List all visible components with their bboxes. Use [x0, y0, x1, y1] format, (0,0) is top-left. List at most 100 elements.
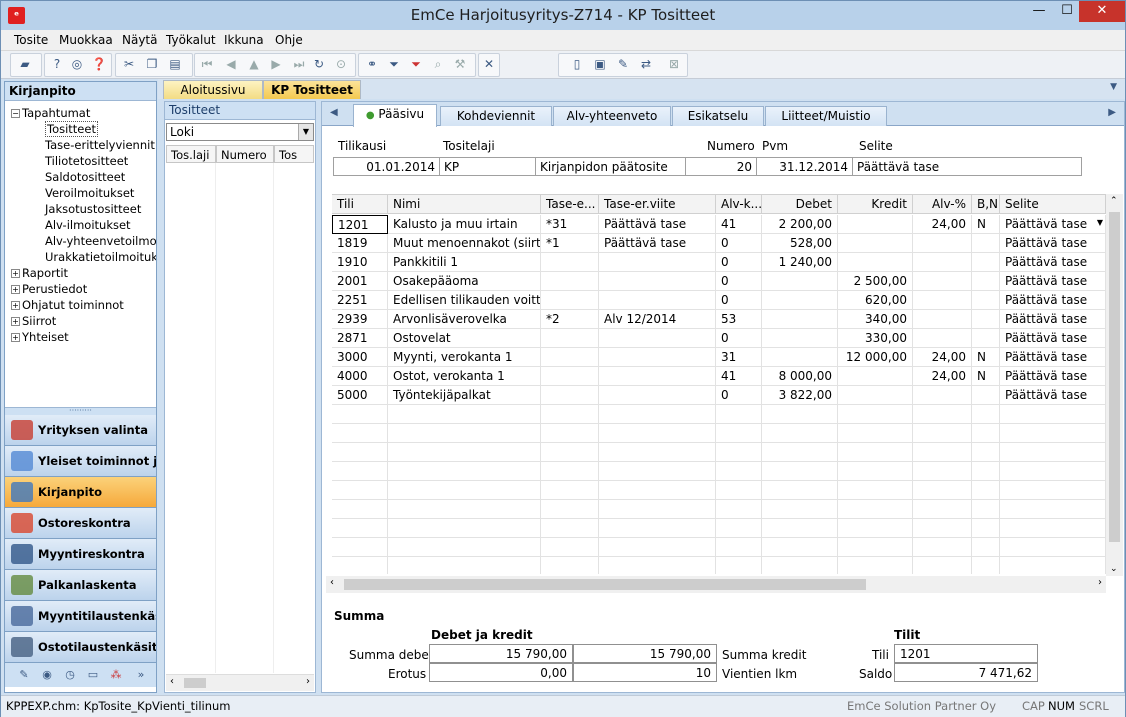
table-cell[interactable] [913, 272, 972, 291]
table-row[interactable]: Päättävä tase N 24,00 12 000,00 31 Myynti, ve… [332, 348, 1106, 367]
table-cell[interactable]: 2251 [332, 291, 388, 310]
table-cell[interactable]: *2 [541, 310, 599, 329]
table-cell[interactable] [972, 310, 1000, 329]
table-cell[interactable] [762, 272, 838, 291]
calendar-icon[interactable]: ▭ [86, 668, 100, 682]
table-cell[interactable]: 2 500,00 [838, 272, 913, 291]
context-help-icon[interactable]: ❓ [91, 56, 107, 72]
notes-icon[interactable]: ✎ [17, 668, 31, 682]
table-cell[interactable] [838, 215, 913, 234]
last-record-icon[interactable]: ⏭ [291, 56, 307, 72]
table-cell[interactable]: *1 [541, 234, 599, 253]
menu-nayta[interactable]: Näytä [122, 33, 158, 47]
tree-item[interactable]: Urakkatietoilmoitukse [45, 249, 156, 265]
table-cell[interactable] [972, 234, 1000, 253]
table-cell[interactable]: Päättävä tase [1000, 291, 1106, 310]
next-record-icon[interactable]: ▶ [268, 56, 284, 72]
table-cell[interactable] [599, 367, 716, 386]
table-cell[interactable]: 41 [716, 367, 762, 386]
menu-ohje[interactable]: Ohje [275, 33, 303, 47]
cancel-edit-icon[interactable]: ⊠ [666, 56, 682, 72]
table-cell[interactable]: 340,00 [838, 310, 913, 329]
table-cell[interactable]: Kalusto ja muu irtain [388, 215, 541, 234]
minimize-button[interactable]: — [1025, 1, 1053, 22]
maximize-button[interactable]: ☐ [1053, 1, 1081, 22]
table-cell[interactable] [972, 329, 1000, 348]
tree-item[interactable]: Alv-ilmoitukset [45, 217, 131, 233]
table-cell[interactable] [541, 386, 599, 405]
table-cell[interactable]: 24,00 [913, 348, 972, 367]
table-cell[interactable]: Ostovelat [388, 329, 541, 348]
table-cell[interactable] [762, 329, 838, 348]
table-cell[interactable] [762, 348, 838, 367]
stop-icon[interactable]: ⊙ [333, 56, 349, 72]
table-cell[interactable]: 0 [716, 253, 762, 272]
module-button[interactable]: Ostoreskontra [5, 508, 156, 539]
table-cell[interactable] [972, 272, 1000, 291]
table-cell[interactable] [972, 253, 1000, 272]
table-cell[interactable] [913, 234, 972, 253]
table-cell[interactable]: 2871 [332, 329, 388, 348]
table-cell[interactable] [541, 253, 599, 272]
table-cell[interactable]: 5000 [332, 386, 388, 405]
table-cell[interactable]: 1819 [332, 234, 388, 253]
table-cell[interactable]: 31 [716, 348, 762, 367]
previous-record-icon[interactable]: ◀ [223, 56, 239, 72]
scroll-left-icon[interactable]: ‹ [170, 676, 174, 687]
table-row[interactable]: Päättävä tase N 24,00 8 000,00 41 Ostot, vero… [332, 367, 1106, 386]
table-cell[interactable]: N [972, 348, 1000, 367]
save-icon[interactable]: ▣ [592, 56, 608, 72]
table-cell[interactable] [913, 310, 972, 329]
tab-liitteet-muistio[interactable]: Liitteet/Muistio [765, 106, 887, 126]
table-cell[interactable]: N [972, 367, 1000, 386]
vertical-scrollbar[interactable]: ⌃ ⌄ [1106, 194, 1123, 576]
expand-icon[interactable]: + [11, 333, 20, 342]
tools-icon[interactable]: ⚒ [452, 56, 468, 72]
table-cell[interactable]: Päättävä tase [1000, 329, 1106, 348]
table-cell[interactable] [599, 253, 716, 272]
sidebar-splitter[interactable]: ········· [5, 407, 156, 415]
scroll-right-icon[interactable]: › [1098, 577, 1102, 588]
table-cell[interactable]: 528,00 [762, 234, 838, 253]
scroll-down-icon[interactable]: ⌄ [1110, 564, 1118, 574]
tree-item[interactable]: + Raportit [11, 265, 68, 281]
tree-item[interactable]: Veroilmoitukset [45, 185, 134, 201]
paste-icon[interactable]: ▤ [167, 56, 183, 72]
table-cell[interactable]: 53 [716, 310, 762, 329]
column-header[interactable]: Selite [1000, 194, 1106, 214]
column-header[interactable]: Tase-e... [541, 194, 599, 214]
zoom-icon[interactable]: ⌕ [430, 56, 446, 72]
table-cell[interactable] [599, 348, 716, 367]
log-filter-select[interactable]: Loki ▼ [166, 123, 314, 141]
table-row[interactable]: Päättävä tase 330,00 0 Ostovelat 2871 [332, 329, 1106, 348]
table-cell[interactable]: 3 822,00 [762, 386, 838, 405]
tab-paasivu[interactable]: ● Pääsivu [353, 104, 437, 127]
table-cell[interactable]: Päättävä tase [1000, 253, 1106, 272]
tree-item[interactable]: + Yhteiset [11, 329, 69, 345]
tab-scroll-left-icon[interactable]: ◀ [330, 107, 338, 118]
column-header[interactable]: Tili [332, 194, 388, 214]
help-icon[interactable]: ? [49, 56, 65, 72]
pvm-field[interactable]: 31.12.2014 [756, 157, 852, 176]
column-header[interactable]: Alv-% [913, 194, 972, 214]
column-header[interactable]: Alv-k... [716, 194, 762, 214]
tree-item[interactable]: − Tapahtumat [11, 105, 90, 121]
refresh-icon[interactable]: ↻ [311, 56, 327, 72]
table-cell[interactable]: 0 [716, 329, 762, 348]
table-row[interactable]: Päättävä tase 620,00 0 Edellisen tilikauden… [332, 291, 1106, 310]
tree-item[interactable]: + Ohjatut toiminnot [11, 297, 124, 313]
copy-icon[interactable]: ❐ [144, 56, 160, 72]
module-button[interactable]: Ostotilaustenkäsittely [5, 632, 156, 663]
tab-esikatselu[interactable]: Esikatselu [672, 106, 764, 126]
tree-item[interactable]: Saldotositteet [45, 169, 125, 185]
expand-icon[interactable]: + [11, 317, 20, 326]
table-cell[interactable]: 8 000,00 [762, 367, 838, 386]
column-header-tos-laji[interactable]: Tos.laji [166, 145, 216, 163]
table-cell[interactable]: 0 [716, 291, 762, 310]
first-record-icon[interactable]: ⏮ [199, 56, 215, 72]
table-cell[interactable]: Osakepääoma [388, 272, 541, 291]
table-cell[interactable]: 2 200,00 [762, 215, 838, 234]
clock-icon[interactable]: ◷ [63, 668, 77, 682]
table-cell[interactable]: Päättävä tase [1000, 348, 1106, 367]
table-cell[interactable] [913, 291, 972, 310]
